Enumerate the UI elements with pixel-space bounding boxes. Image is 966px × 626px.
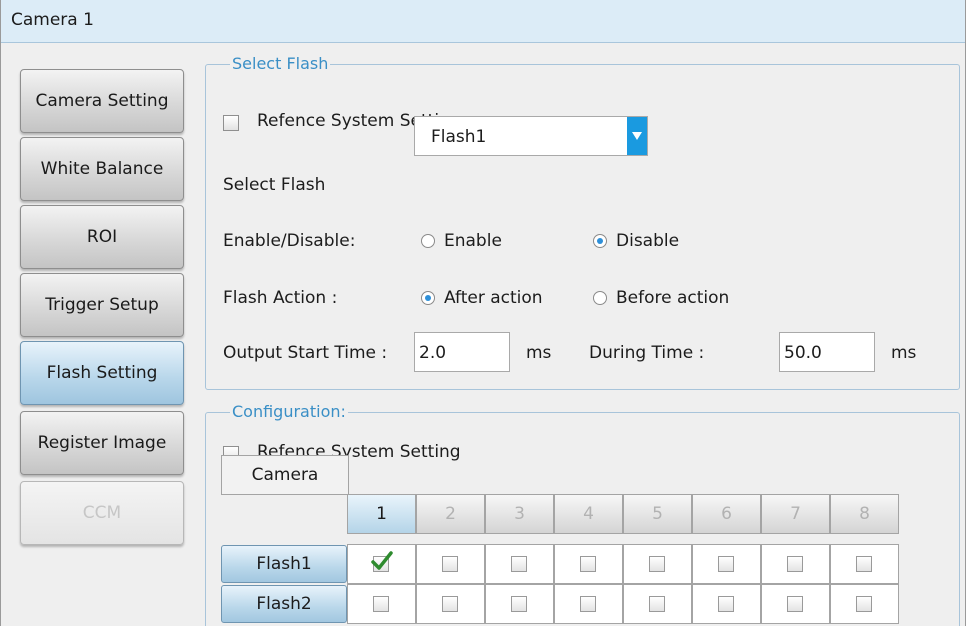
nav-camera-setting[interactable]: Camera Setting (20, 69, 184, 133)
grid-cell (554, 544, 623, 584)
output-start-time-input[interactable]: 2.0 (414, 332, 510, 372)
flash1-cam8-checkbox[interactable] (856, 556, 872, 572)
grid-cell (347, 584, 416, 624)
disable-radio[interactable] (593, 234, 607, 248)
camera-tab-7[interactable]: 7 (761, 494, 830, 534)
nav-flash-setting[interactable]: Flash Setting (20, 341, 184, 405)
flash1-cam5-checkbox[interactable] (649, 556, 665, 572)
nav-label: CCM (82, 503, 122, 523)
camera-tab-label: 6 (721, 504, 732, 524)
flash1-cam7-checkbox[interactable] (787, 556, 803, 572)
enable-radio[interactable] (421, 234, 435, 248)
flash2-cam6-checkbox[interactable] (718, 596, 734, 612)
grid-cell (347, 544, 416, 584)
flash2-cam8-checkbox[interactable] (856, 596, 872, 612)
app-window: Camera 1 Camera Setting White Balance RO… (0, 0, 966, 626)
camera-tab-2[interactable]: 2 (416, 494, 485, 534)
camera-tab-label: 8 (859, 504, 870, 524)
during-time-label: During Time : (589, 343, 705, 363)
camera-header-label: Camera (251, 465, 319, 485)
during-unit-label: ms (891, 343, 917, 363)
before-action-label: Before action (616, 288, 730, 308)
camera-column-header: Camera (221, 455, 349, 495)
camera-tab-8[interactable]: 8 (830, 494, 899, 534)
grid-cell (416, 544, 485, 584)
reference-system-checkbox[interactable] (223, 115, 239, 131)
select-flash-legend: Select Flash (230, 54, 331, 73)
flash-select-value: Flash1 (431, 127, 487, 147)
enable-disable-label: Enable/Disable: (223, 231, 356, 251)
nav-label: Register Image (37, 433, 167, 453)
row-label: Flash1 (256, 554, 312, 574)
grid-cell (623, 584, 692, 624)
flash1-cam3-checkbox[interactable] (511, 556, 527, 572)
flash2-cam5-checkbox[interactable] (649, 596, 665, 612)
grid-cell (761, 584, 830, 624)
grid-cell (623, 544, 692, 584)
camera-tab-1[interactable]: 1 (347, 494, 416, 534)
nav-label: Camera Setting (35, 91, 169, 111)
camera-tab-6[interactable]: 6 (692, 494, 761, 534)
row-label: Flash2 (256, 594, 312, 614)
nav-label: ROI (86, 227, 118, 247)
flash1-cam4-checkbox[interactable] (580, 556, 596, 572)
camera-tab-label: 4 (583, 504, 594, 524)
camera-tab-label: 5 (652, 504, 663, 524)
after-action-radio[interactable] (421, 291, 435, 305)
flash2-cam2-checkbox[interactable] (442, 596, 458, 612)
output-start-time-value: 2.0 (419, 343, 447, 363)
after-action-label: After action (444, 288, 543, 308)
nav-trigger-setup[interactable]: Trigger Setup (20, 273, 184, 337)
start-unit-label: ms (526, 343, 552, 363)
grid-cell (761, 544, 830, 584)
grid-cell (692, 584, 761, 624)
flash2-cam3-checkbox[interactable] (511, 596, 527, 612)
radio-selected-dot (425, 295, 431, 301)
window-title: Camera 1 (11, 10, 94, 30)
flash1-cam6-checkbox[interactable] (718, 556, 734, 572)
before-action-radio[interactable] (593, 291, 607, 305)
grid-cell (692, 544, 761, 584)
flash2-cam7-checkbox[interactable] (787, 596, 803, 612)
output-start-time-label: Output Start Time : (223, 343, 388, 363)
grid-cell (416, 584, 485, 624)
grid-cell (830, 544, 899, 584)
row-flash2-button[interactable]: Flash2 (221, 585, 347, 623)
grid-cell (485, 584, 554, 624)
nav-register-image[interactable]: Register Image (20, 411, 184, 475)
enable-radio-label: Enable (444, 231, 502, 251)
triangle-down-icon[interactable] (627, 117, 647, 155)
camera-tab-label: 7 (790, 504, 801, 524)
flash1-cam2-checkbox[interactable] (442, 556, 458, 572)
camera-tab-label: 1 (376, 504, 387, 524)
select-flash-label: Select Flash (223, 175, 326, 195)
camera-tab-label: 3 (514, 504, 525, 524)
radio-selected-dot (597, 238, 603, 244)
disable-radio-label: Disable (616, 231, 680, 251)
configuration-legend: Configuration: (230, 402, 348, 421)
row-flash1-button[interactable]: Flash1 (221, 545, 347, 583)
flash2-cam4-checkbox[interactable] (580, 596, 596, 612)
flash2-cam1-checkbox[interactable] (373, 596, 389, 612)
grid-cell (485, 544, 554, 584)
nav-label: White Balance (40, 159, 164, 179)
grid-cell (554, 584, 623, 624)
flash-action-label: Flash Action : (223, 288, 338, 308)
nav-roi[interactable]: ROI (20, 205, 184, 269)
flash-select-dropdown[interactable]: Flash1 (414, 116, 648, 156)
camera-tab-5[interactable]: 5 (623, 494, 692, 534)
nav-label: Trigger Setup (45, 295, 159, 315)
camera-tab-4[interactable]: 4 (554, 494, 623, 534)
grid-cell (830, 584, 899, 624)
during-time-input[interactable]: 50.0 (779, 332, 875, 372)
camera-tab-label: 2 (445, 504, 456, 524)
nav-white-balance[interactable]: White Balance (20, 137, 184, 201)
title-bar: Camera 1 (1, 0, 965, 43)
nav-label: Flash Setting (46, 363, 158, 383)
nav-ccm: CCM (20, 481, 184, 545)
checkmark-icon (371, 551, 393, 570)
during-time-value: 50.0 (784, 343, 822, 363)
camera-tab-3[interactable]: 3 (485, 494, 554, 534)
